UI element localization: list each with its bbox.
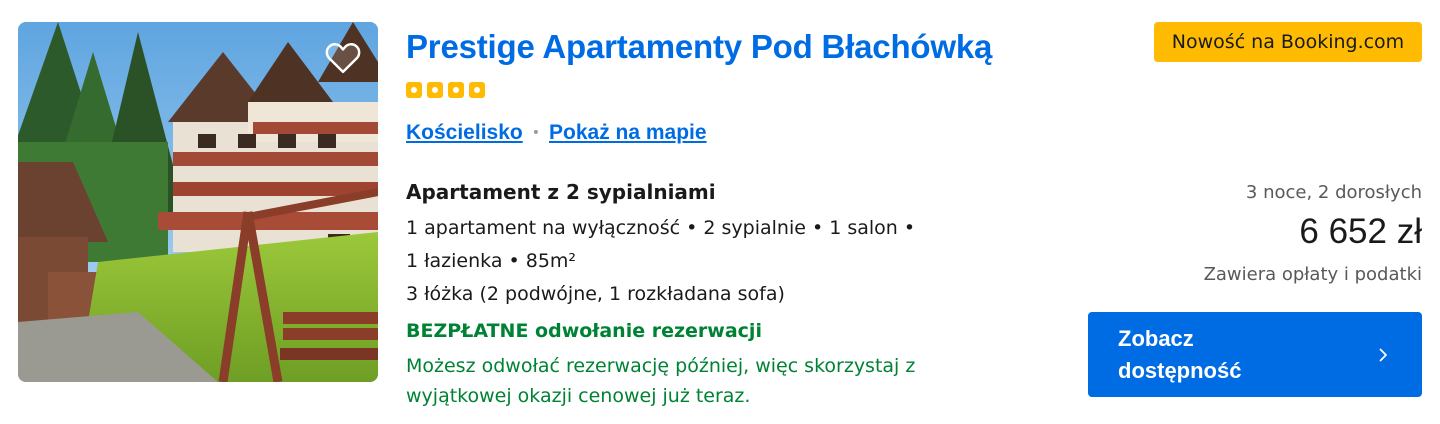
taxes-note: Zawiera opłaty i podatki xyxy=(1203,264,1422,285)
free-cancellation-description: Możesz odwołać rezerwację później, więc … xyxy=(406,355,916,407)
separator-dot: • xyxy=(531,125,540,141)
star-icon xyxy=(406,82,422,98)
see-availability-label: Zobacz dostępność xyxy=(1118,325,1242,383)
room-details-line-1: 1 apartament na wyłączność • 2 sypialnie… xyxy=(406,217,916,239)
property-title[interactable]: Prestige Apartamenty Pod Błachówką xyxy=(406,28,992,66)
location-row: Kościelisko • Pokaż na mapie xyxy=(406,121,707,145)
heart-outline-icon xyxy=(325,43,361,74)
see-availability-button[interactable]: Zobacz dostępność xyxy=(1088,312,1422,397)
star-icon xyxy=(448,82,464,98)
stay-info: 3 noce, 2 dorosłych xyxy=(1245,182,1422,203)
room-beds-line: 3 łóżka (2 podwójne, 1 rozkładana sofa) xyxy=(406,283,785,305)
location-link[interactable]: Kościelisko xyxy=(406,121,523,145)
price: 6 652 zł xyxy=(1299,212,1422,251)
star-icon xyxy=(469,82,485,98)
show-on-map-link[interactable]: Pokaż na mapie xyxy=(549,121,707,145)
room-details-line-2: 1 łazienka • 85m² xyxy=(406,250,577,272)
free-cancellation-title: BEZPŁATNE odwołanie rezerwacji xyxy=(406,320,762,342)
new-on-booking-badge: Nowość na Booking.com xyxy=(1154,22,1422,62)
star-rating xyxy=(406,82,485,98)
save-to-favorites-button[interactable] xyxy=(320,34,366,80)
chevron-right-icon xyxy=(1376,348,1390,362)
star-icon xyxy=(427,82,443,98)
room-type-title: Apartament z 2 sypialniami xyxy=(406,180,716,204)
